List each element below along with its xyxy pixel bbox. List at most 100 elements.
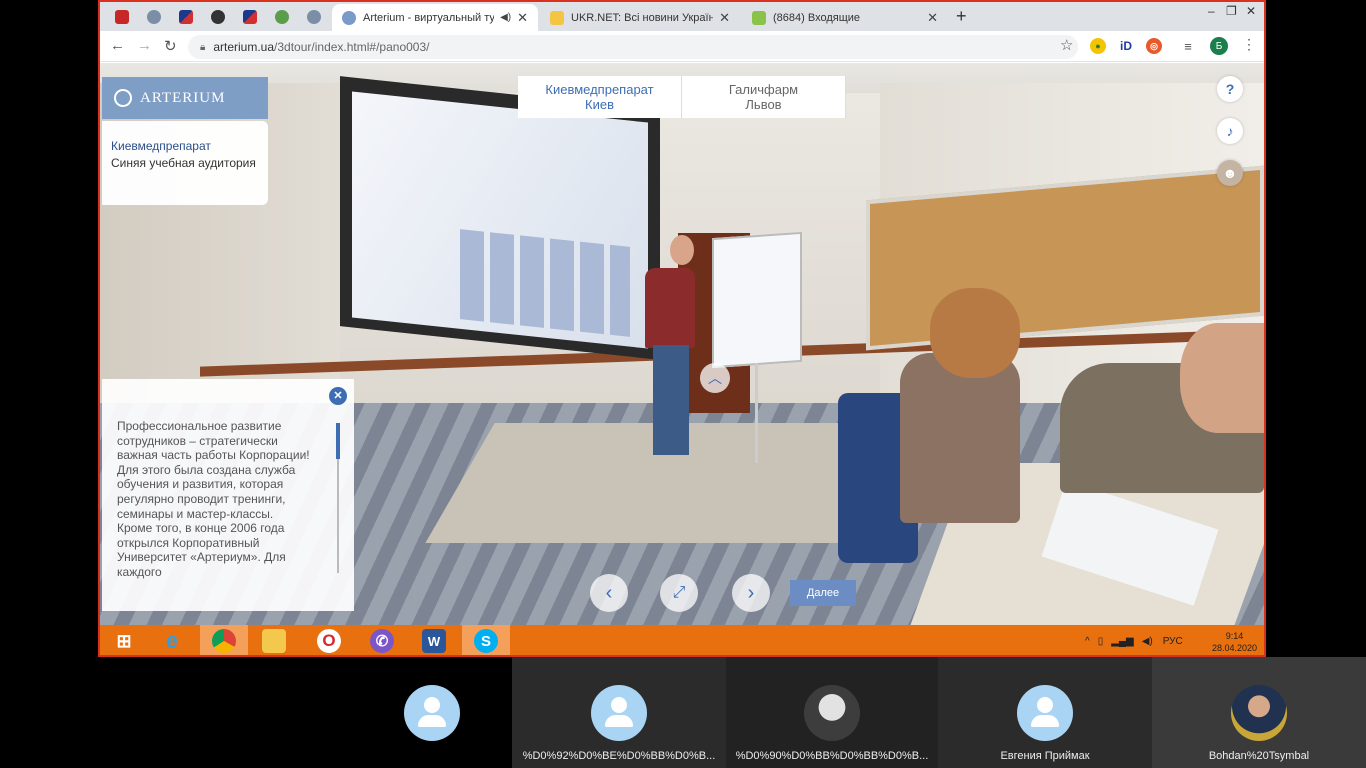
taskbar-chrome[interactable]	[200, 625, 248, 655]
extension-icon[interactable]: ●	[1090, 38, 1106, 54]
participant-name: %D0%92%D0%BE%D0%BB%D0%B...	[522, 750, 716, 762]
next-arrow-icon[interactable]: ›	[732, 574, 770, 612]
close-icon[interactable]: ✕	[517, 10, 528, 26]
tab-title: Arterium - виртуальный тур	[363, 11, 495, 24]
pinned-tab[interactable]	[206, 6, 230, 28]
scrollbar-thumb[interactable]	[336, 423, 340, 459]
speaker-icon[interactable]: ◀)	[500, 12, 511, 23]
location-label: Киевмедпрепарат Синяя учебная аудитория	[102, 121, 268, 205]
prev-arrow-icon[interactable]: ‹	[590, 574, 628, 612]
taskbar-ie[interactable]: e	[148, 625, 196, 655]
tab-line1: Галичфарм	[728, 82, 799, 97]
next-button[interactable]: Далее	[790, 580, 856, 606]
mail-favicon-icon	[752, 10, 766, 25]
avatar	[591, 685, 647, 741]
reading-list-icon[interactable]: ≡	[1180, 38, 1196, 54]
presenter-legs	[653, 345, 689, 455]
location-site: Киевмедпрепарат	[111, 139, 211, 153]
browser-tab-strip: Arterium - виртуальный тур ◀) ✕ UKR.NET:…	[100, 2, 1264, 31]
location-room: Синяя учебная аудитория	[111, 156, 256, 170]
skype-icon: S	[474, 629, 498, 653]
slide-bars	[460, 229, 630, 337]
panorama-viewport[interactable]: ARTERIUM Киевмедпрепарат Синяя учебная а…	[100, 63, 1264, 625]
woman-body	[900, 353, 1020, 523]
flipchart-stand	[755, 363, 758, 463]
pinned-tab[interactable]	[270, 6, 294, 28]
pinned-tab[interactable]	[110, 6, 134, 28]
github-icon	[211, 10, 225, 24]
taskbar-explorer[interactable]	[250, 625, 298, 655]
location-tabs: Киевмедпрепарат Киев Галичфарм Львов	[518, 76, 846, 118]
info-panel: ✕ Профессиональное развитие сотрудников …	[102, 379, 354, 611]
profile-avatar[interactable]: Б	[1210, 37, 1228, 55]
lock-icon: 🔒︎	[200, 41, 206, 53]
tab-kievmedpreparat[interactable]: Киевмедпрепарат Киев	[518, 76, 682, 118]
address-bar[interactable]: 🔒︎ arterium.ua/3dtour/index.html#/pano00…	[188, 35, 1078, 59]
presenter-head	[670, 235, 694, 265]
participant-tile[interactable]: %D0%92%D0%BE%D0%BB%D0%B...	[512, 657, 726, 768]
close-window-icon[interactable]: ✕	[1246, 4, 1256, 18]
start-button[interactable]: ⊞	[100, 625, 148, 655]
pinned-tab[interactable]	[238, 6, 262, 28]
hotspot-up-icon[interactable]: ︿	[700, 363, 730, 393]
book-icon	[115, 10, 129, 24]
tab-line2: Киев	[585, 97, 614, 112]
new-tab-button[interactable]: +	[956, 6, 967, 27]
signal-icon[interactable]: ▂▄▆	[1111, 636, 1133, 647]
network-icon[interactable]: ▯	[1098, 636, 1104, 647]
participant-tile[interactable]	[352, 657, 512, 768]
close-icon[interactable]: ✕	[927, 10, 938, 26]
tab-ukrnet[interactable]: UKR.NET: Всі новини України, ос ✕	[540, 4, 740, 31]
help-icon[interactable]: ?	[1217, 76, 1243, 102]
participant-name: Евгения Приймак	[1000, 750, 1090, 762]
system-tray: ^ ▯ ▂▄▆ ◀) РУС	[1085, 625, 1183, 655]
tab-line1: Киевмедпрепарат	[545, 82, 654, 97]
reload-icon[interactable]: ↻	[164, 37, 177, 55]
participant-tile[interactable]: %D0%90%D0%BB%D0%BB%D0%B...	[726, 657, 938, 768]
participant-tile[interactable]: Bohdan%20Tsymbal	[1152, 657, 1366, 768]
back-arrow-icon[interactable]: ←	[110, 37, 125, 54]
clock-time: 9:14	[1225, 631, 1244, 641]
tray-expand-icon[interactable]: ^	[1085, 636, 1090, 647]
close-icon[interactable]: ✕	[719, 10, 730, 26]
pinned-tab[interactable]	[174, 6, 198, 28]
taskbar-word[interactable]: W	[410, 625, 458, 655]
music-icon[interactable]: ♪	[1217, 118, 1243, 144]
menu-dots-icon[interactable]: ⋮	[1242, 36, 1256, 53]
participant-tile[interactable]: Евгения Приймак	[938, 657, 1152, 768]
taskbar-viber[interactable]: ✆	[358, 625, 406, 655]
fullscreen-icon[interactable]: ⤢	[660, 574, 698, 612]
arterium-logo[interactable]: ARTERIUM	[102, 77, 268, 119]
id-extension-icon[interactable]: iD	[1118, 38, 1134, 54]
forward-arrow-icon[interactable]: →	[137, 37, 152, 54]
person-icon-body	[1031, 715, 1059, 727]
tab-title: (8684) Входящие	[773, 11, 861, 24]
browser-toolbar: ← → ↻ 🔒︎ arterium.ua/3dtour/index.html#/…	[100, 31, 1264, 62]
scrollbar[interactable]	[336, 423, 340, 573]
bookmark-star-icon[interactable]: ☆	[1060, 36, 1073, 54]
logo-text: ARTERIUM	[140, 89, 226, 106]
windows-logo-icon: ⊞	[116, 630, 132, 651]
opera-icon: O	[317, 629, 341, 653]
taskbar-opera[interactable]: O	[305, 625, 353, 655]
clock[interactable]: 9:14 28.04.2020	[1212, 630, 1257, 654]
avatar	[1017, 685, 1073, 741]
woman-hair	[930, 288, 1020, 378]
minimize-icon[interactable]: –	[1208, 4, 1215, 18]
tab-arterium[interactable]: Arterium - виртуальный тур ◀) ✕	[332, 4, 538, 31]
language-indicator[interactable]: РУС	[1163, 636, 1183, 647]
taskbar-skype[interactable]: S	[462, 625, 510, 655]
target-extension-icon[interactable]: ◎	[1146, 38, 1162, 54]
pinned-tab[interactable]	[302, 6, 326, 28]
shared-screen: Arterium - виртуальный тур ◀) ✕ UKR.NET:…	[98, 0, 1266, 657]
restore-icon[interactable]: ❐	[1226, 4, 1237, 18]
person-icon[interactable]: ☻	[1217, 160, 1243, 186]
tab-inbox[interactable]: (8684) Входящие ✕	[742, 4, 948, 31]
close-icon[interactable]: ✕	[329, 387, 347, 405]
volume-icon[interactable]: ◀)	[1142, 636, 1153, 647]
viber-icon: ✆	[370, 629, 394, 653]
flipchart	[712, 231, 802, 369]
pinned-tab[interactable]	[142, 6, 166, 28]
tab-galichpharm[interactable]: Галичфарм Львов	[682, 76, 846, 118]
chrome-icon	[212, 629, 236, 653]
